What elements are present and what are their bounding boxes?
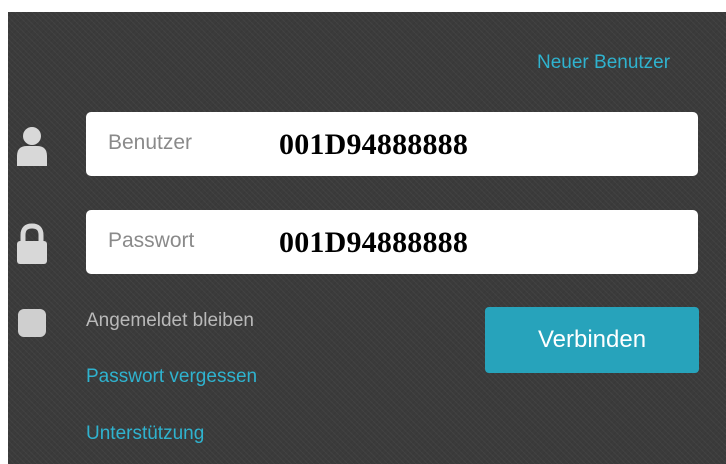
- login-panel: Neuer Benutzer Benutzer 001D94888888 Pas…: [0, 0, 726, 464]
- password-value: 001D94888888: [279, 226, 469, 259]
- username-value: 001D94888888: [279, 128, 469, 161]
- username-placeholder: Benutzer: [108, 131, 193, 154]
- new-user-link[interactable]: Neuer Benutzer: [537, 52, 670, 74]
- support-link[interactable]: Unterstützung: [86, 423, 204, 445]
- remember-label: Angemeldet bleiben: [86, 310, 254, 331]
- password-placeholder: Passwort: [108, 229, 195, 252]
- forgot-password-link[interactable]: Passwort vergessen: [86, 366, 257, 388]
- username-field[interactable]: Benutzer 001D94888888: [86, 112, 698, 176]
- connect-button[interactable]: Verbinden: [485, 307, 699, 373]
- password-field[interactable]: Passwort 001D94888888: [86, 210, 698, 274]
- user-icon: [17, 127, 47, 166]
- lock-icon: [17, 223, 47, 264]
- remember-checkbox[interactable]: [18, 309, 46, 337]
